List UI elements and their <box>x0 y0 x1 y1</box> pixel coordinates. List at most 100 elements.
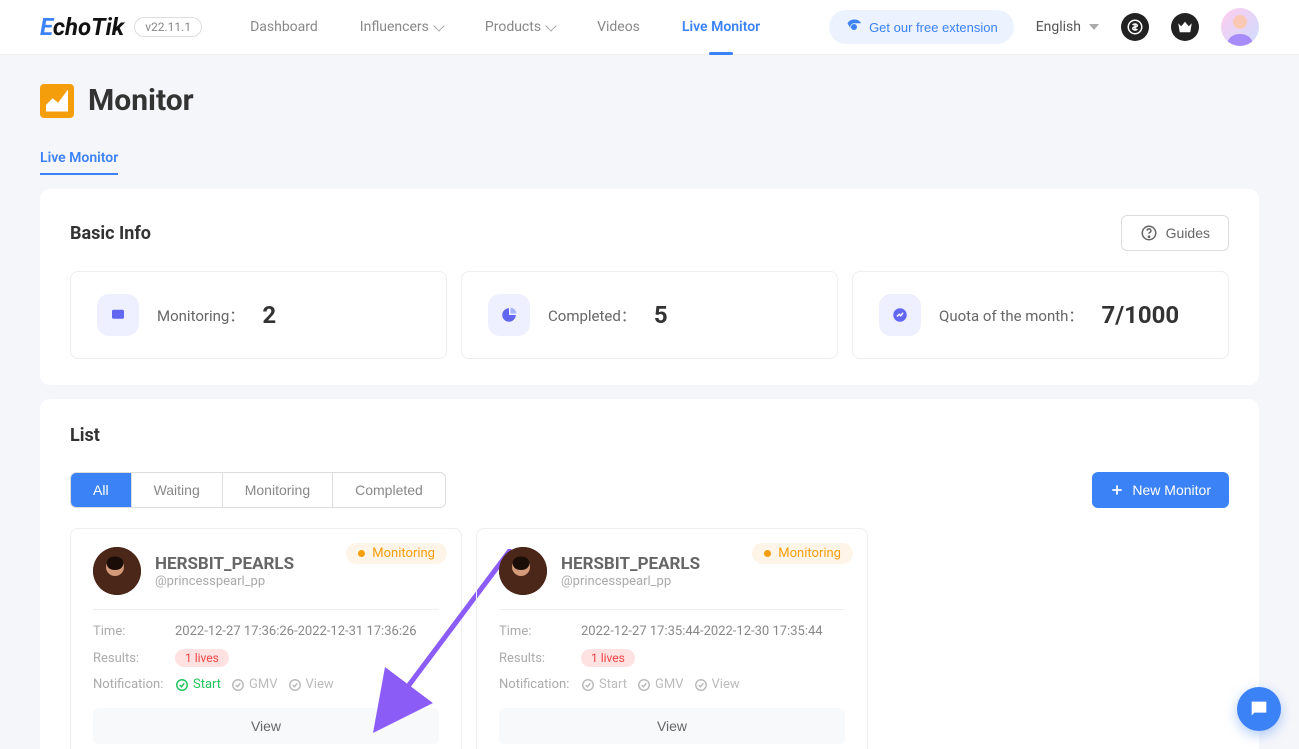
logo[interactable]: EchoTik <box>40 13 124 41</box>
time-label: Time: <box>499 624 571 639</box>
results-label: Results: <box>93 651 165 666</box>
get-extension-button[interactable]: Get our free extension <box>829 10 1014 44</box>
status-pill: Monitoring <box>346 543 447 564</box>
stat-quota-value: 7/1000 <box>1101 301 1179 329</box>
nav-videos[interactable]: Videos <box>597 0 640 55</box>
stat-monitoring: Monitoring： 2 <box>70 271 447 359</box>
plus-icon <box>1110 483 1124 497</box>
filter-waiting-label: Waiting <box>154 482 200 498</box>
top-nav: EchoTik v22.11.1 Dashboard Influencers P… <box>0 0 1299 55</box>
chat-icon <box>1248 698 1270 720</box>
filter-all[interactable]: All <box>71 473 132 507</box>
get-extension-label: Get our free extension <box>869 20 998 35</box>
results-pill: 1 lives <box>175 649 229 667</box>
status-pill: Monitoring <box>752 543 853 564</box>
time-label: Time: <box>93 624 165 639</box>
nav-live-monitor[interactable]: Live Monitor <box>682 0 760 55</box>
filter-waiting[interactable]: Waiting <box>132 473 223 507</box>
monitor-card: Monitoring HERSBIT_PEARLS @princesspearl… <box>476 528 868 749</box>
notification-label: Notification: <box>93 677 165 692</box>
results-row: Results: 1 lives <box>499 649 845 667</box>
results-pill: 1 lives <box>581 649 635 667</box>
stat-completed-label: Completed： <box>548 305 636 326</box>
user-avatar-small[interactable] <box>93 547 141 595</box>
dollar-icon <box>1126 18 1144 36</box>
time-row: Time: 2022-12-27 17:36:26-2022-12-31 17:… <box>93 624 439 639</box>
nav-influencers-label: Influencers <box>360 0 429 55</box>
user-name[interactable]: HERSBIT_PEARLS <box>561 554 700 574</box>
nav-products-label: Products <box>485 0 541 55</box>
filter-completed[interactable]: Completed <box>333 473 445 507</box>
nav-videos-label: Videos <box>597 0 640 55</box>
list-card: List All Waiting Monitoring Completed Ne… <box>40 399 1259 749</box>
version-pill: v22.11.1 <box>134 17 202 37</box>
avatar-image <box>1221 8 1259 46</box>
stat-completed-value: 5 <box>654 301 668 329</box>
check-circle-icon <box>288 678 302 692</box>
new-monitor-label: New Monitor <box>1132 482 1211 498</box>
results-label: Results: <box>499 651 571 666</box>
notif-start-label: Start <box>193 677 221 692</box>
notif-start: Start <box>175 677 221 692</box>
notif-view-label: View <box>712 677 740 692</box>
filter-monitoring-label: Monitoring <box>245 482 310 498</box>
filter-monitoring[interactable]: Monitoring <box>223 473 333 507</box>
chevron-down-icon <box>433 20 444 31</box>
avatar-image <box>93 547 141 595</box>
monitor-grid: Monitoring HERSBIT_PEARLS @princesspearl… <box>70 528 1229 749</box>
check-circle-icon <box>694 678 708 692</box>
notification-row: Notification: Start GMV View <box>499 677 845 692</box>
currency-button[interactable] <box>1121 13 1149 41</box>
filter-all-label: All <box>93 482 109 498</box>
crown-button[interactable] <box>1171 13 1199 41</box>
question-circle-icon <box>1140 224 1158 242</box>
monitor-page-icon <box>40 84 74 118</box>
avatar-image <box>499 547 547 595</box>
notif-view: View <box>694 677 740 692</box>
stat-row: Monitoring： 2 Completed： 5 Quota of the … <box>70 271 1229 359</box>
guides-label: Guides <box>1166 225 1210 241</box>
guides-button[interactable]: Guides <box>1121 215 1229 251</box>
basic-info-title: Basic Info <box>70 223 151 244</box>
notif-gmv-label: GMV <box>249 677 277 692</box>
divider <box>499 609 845 610</box>
stat-monitoring-label: Monitoring： <box>157 305 244 326</box>
notif-start-label: Start <box>599 677 627 692</box>
filter-segment: All Waiting Monitoring Completed <box>70 472 446 508</box>
nav-live-monitor-label: Live Monitor <box>682 0 760 55</box>
user-avatar[interactable] <box>1221 8 1259 46</box>
check-circle-icon <box>231 678 245 692</box>
chat-fab[interactable] <box>1237 687 1281 731</box>
new-monitor-button[interactable]: New Monitor <box>1092 472 1229 508</box>
notification-row: Notification: Start GMV View <box>93 677 439 692</box>
results-row: Results: 1 lives <box>93 649 439 667</box>
crown-icon <box>1176 18 1194 36</box>
nav-right: Get our free extension English <box>829 8 1259 46</box>
notif-start: Start <box>581 677 627 692</box>
subtab-row: Live Monitor <box>40 142 1259 175</box>
nav-products[interactable]: Products <box>485 0 555 55</box>
divider <box>93 609 439 610</box>
nav-influencers[interactable]: Influencers <box>360 0 443 55</box>
page-title: Monitor <box>88 83 194 118</box>
notif-view-label: View <box>306 677 334 692</box>
user-name[interactable]: HERSBIT_PEARLS <box>155 554 294 574</box>
status-dot-icon <box>764 550 771 557</box>
language-label: English <box>1036 19 1081 35</box>
language-selector[interactable]: English <box>1036 19 1099 35</box>
subtab-live-monitor-label: Live Monitor <box>40 150 118 166</box>
check-circle-icon <box>637 678 651 692</box>
quota-icon <box>879 294 921 336</box>
check-circle-icon <box>175 678 189 692</box>
notif-gmv: GMV <box>637 677 683 692</box>
notification-label: Notification: <box>499 677 571 692</box>
notif-view: View <box>288 677 334 692</box>
user-avatar-small[interactable] <box>499 547 547 595</box>
subtab-live-monitor[interactable]: Live Monitor <box>40 142 118 174</box>
completed-icon <box>488 294 530 336</box>
stat-monitoring-value: 2 <box>262 301 276 329</box>
view-button[interactable]: View <box>93 708 439 744</box>
stat-quota: Quota of the month： 7/1000 <box>852 271 1229 359</box>
view-button[interactable]: View <box>499 708 845 744</box>
nav-dashboard[interactable]: Dashboard <box>250 0 318 55</box>
